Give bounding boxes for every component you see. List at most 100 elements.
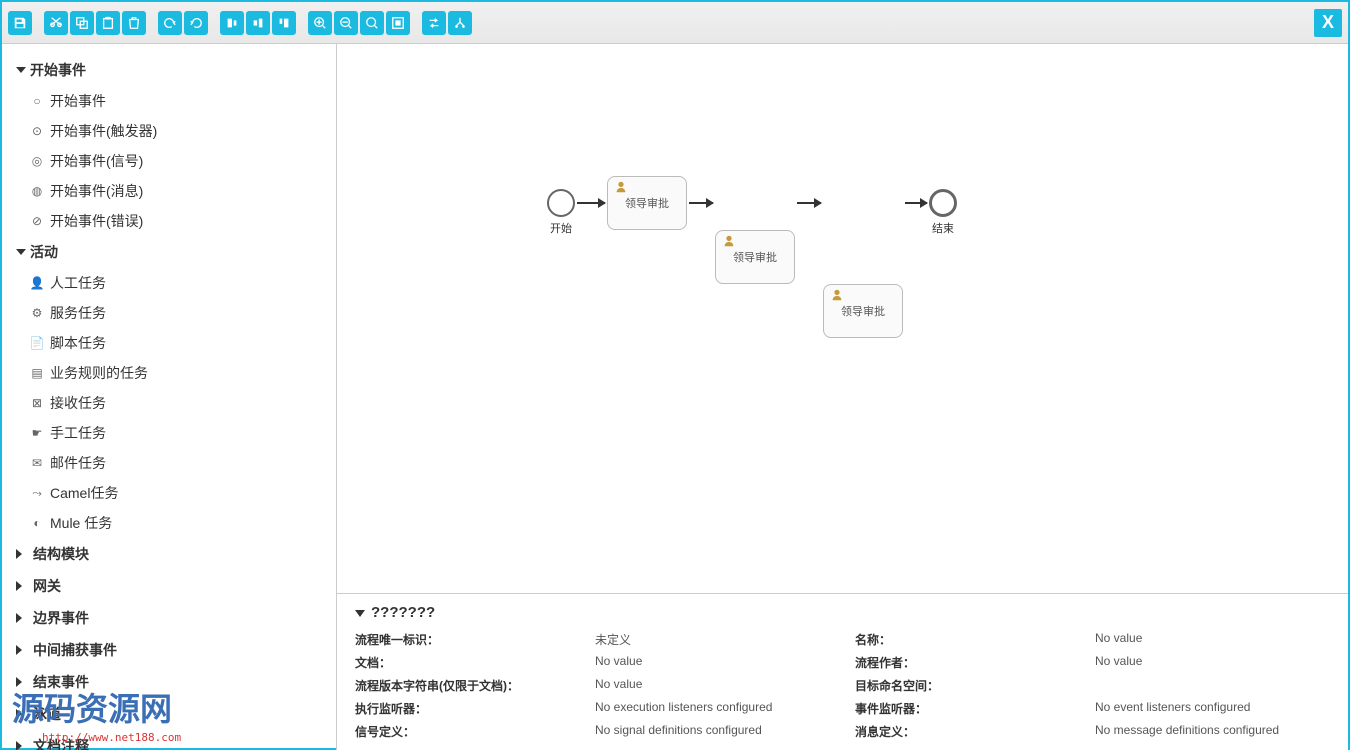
palette-item[interactable]: ⤳ Camel任务 — [2, 478, 336, 508]
user-task-3[interactable]: 领导审批 — [823, 284, 903, 338]
palette-item[interactable]: ☛手工任务 — [2, 418, 336, 448]
user-icon — [830, 288, 844, 302]
property-value[interactable]: No event listeners configured — [1095, 700, 1330, 717]
item-label: 开始事件(消息) — [50, 181, 143, 201]
property-value[interactable]: 未定义 — [595, 631, 855, 648]
category-结构模块[interactable]: 结构模块 — [2, 538, 336, 570]
palette-item[interactable]: ◎开始事件(信号) — [2, 146, 336, 176]
property-label: 流程作者： — [855, 654, 1095, 671]
end-label: 结束 — [929, 220, 957, 236]
start-event-node[interactable]: 开始 — [547, 189, 575, 236]
user-icon: 👤 — [30, 276, 44, 290]
property-label: 文档： — [355, 654, 595, 671]
toolbar: X — [2, 2, 1348, 44]
user-task-1[interactable]: 领导审批 — [607, 176, 687, 230]
gear-icon: ⚙ — [30, 306, 44, 320]
palette-item[interactable]: ◐ Mule 任务 — [2, 508, 336, 538]
property-value[interactable]: No value — [595, 677, 855, 694]
undo-button[interactable] — [184, 11, 208, 35]
circle-radio-icon: ◎ — [30, 154, 44, 168]
cut-button[interactable] — [44, 11, 68, 35]
item-label: Mule 任务 — [50, 513, 112, 533]
property-value[interactable]: No message definitions configured — [1095, 723, 1330, 740]
sequence-flow[interactable] — [577, 202, 605, 204]
user-icon — [722, 234, 736, 248]
circle-dot-icon: ⊙ — [30, 124, 44, 138]
script-icon: 📄 — [30, 336, 44, 350]
property-value[interactable]: No value — [595, 654, 855, 671]
palette-item[interactable]: ⊙ 开始事件(触发器) — [2, 116, 336, 146]
palette-item[interactable]: ⊘开始事件(错误) — [2, 206, 336, 236]
start-label: 开始 — [547, 220, 575, 236]
item-label: 开始事件(触发器) — [50, 121, 157, 141]
property-label: 目标命名空间： — [855, 677, 1095, 694]
item-label: Camel任务 — [50, 483, 118, 503]
task-label: 领导审批 — [733, 249, 777, 265]
property-label: 消息定义： — [855, 723, 1095, 740]
item-label: 邮件任务 — [50, 453, 106, 473]
sequence-flow[interactable] — [689, 202, 713, 204]
category-泳道[interactable]: 泳道 — [2, 698, 336, 730]
swap-button[interactable] — [422, 11, 446, 35]
redo-button[interactable] — [158, 11, 182, 35]
camel-icon: ⤳ — [30, 486, 44, 500]
property-value[interactable] — [1095, 677, 1330, 694]
item-label: 服务任务 — [50, 303, 106, 323]
circle-msg-icon: ◍ — [30, 184, 44, 198]
circle-err-icon: ⊘ — [30, 214, 44, 228]
property-label: 信号定义： — [355, 723, 595, 740]
zoom-in-button[interactable] — [308, 11, 332, 35]
category-结束事件[interactable]: 结束事件 — [2, 666, 336, 698]
property-label: 流程版本字符串(仅限于文档)： — [355, 677, 595, 694]
palette-sidebar: 开始事件 ○ 开始事件 ⊙ 开始事件(触发器) ◎开始事件(信号) ◍ 开始事件(消息) ⊘开始… — [2, 44, 337, 750]
item-label: 手工任务 — [50, 423, 106, 443]
property-value[interactable]: No value — [1095, 631, 1330, 648]
item-label: 接收任务 — [50, 393, 106, 413]
properties-title[interactable]: ??????? — [355, 604, 1330, 621]
property-value[interactable]: No value — [1095, 654, 1330, 671]
zoom-out-button[interactable] — [334, 11, 358, 35]
item-label: 开始事件 — [50, 91, 106, 111]
align-center-button[interactable] — [246, 11, 270, 35]
user-task-2[interactable]: 领导审批 — [715, 230, 795, 284]
end-event-node[interactable]: 结束 — [929, 189, 957, 236]
align-left-button[interactable] — [220, 11, 244, 35]
palette-item[interactable]: 📄脚本任务 — [2, 328, 336, 358]
palette-item[interactable]: ▤业务规则的任务 — [2, 358, 336, 388]
paste-button[interactable] — [96, 11, 120, 35]
close-button[interactable]: X — [1314, 9, 1342, 37]
category-中间捕获事件[interactable]: 中间捕获事件 — [2, 634, 336, 666]
copy-button[interactable] — [70, 11, 94, 35]
branch-button[interactable] — [448, 11, 472, 35]
category-开始事件[interactable]: 开始事件 — [2, 54, 336, 86]
palette-item[interactable]: ✉ 邮件任务 — [2, 448, 336, 478]
property-value[interactable]: No signal definitions configured — [595, 723, 855, 740]
palette-item[interactable]: ⊠接收任务 — [2, 388, 336, 418]
item-label: 人工任务 — [50, 273, 106, 293]
category-网关[interactable]: 网关 — [2, 570, 336, 602]
palette-item[interactable]: ◍ 开始事件(消息) — [2, 176, 336, 206]
property-value[interactable]: No execution listeners configured — [595, 700, 855, 717]
bpmn-diagram[interactable]: 开始 领导审批 领导审批 领导审批 结束 — [337, 44, 1348, 593]
palette-item[interactable]: 👤 人工任务 — [2, 268, 336, 298]
category-边界事件[interactable]: 边界事件 — [2, 602, 336, 634]
mule-icon: ◐ — [30, 516, 44, 530]
save-button[interactable] — [8, 11, 32, 35]
task-label: 领导审批 — [841, 303, 885, 319]
delete-button[interactable] — [122, 11, 146, 35]
property-label: 流程唯一标识： — [355, 631, 595, 648]
properties-panel: ??????? 流程唯一标识：未定义名称：No value文档：No value… — [337, 593, 1348, 750]
palette-item[interactable]: ⚙ 服务任务 — [2, 298, 336, 328]
category-活动[interactable]: 活动 — [2, 236, 336, 268]
item-label: 业务规则的任务 — [50, 363, 148, 383]
palette-item[interactable]: ○ 开始事件 — [2, 86, 336, 116]
sequence-flow[interactable] — [797, 202, 821, 204]
category-文档注释[interactable]: 文档注释 — [2, 730, 336, 750]
mail-icon: ✉ — [30, 456, 44, 470]
align-right-button[interactable] — [272, 11, 296, 35]
sequence-flow[interactable] — [905, 202, 927, 204]
zoom-actual-button[interactable] — [386, 11, 410, 35]
circle-icon: ○ — [30, 94, 44, 108]
zoom-fit-button[interactable] — [360, 11, 384, 35]
canvas-area: 开始 领导审批 领导审批 领导审批 结束 ???? — [337, 44, 1348, 750]
